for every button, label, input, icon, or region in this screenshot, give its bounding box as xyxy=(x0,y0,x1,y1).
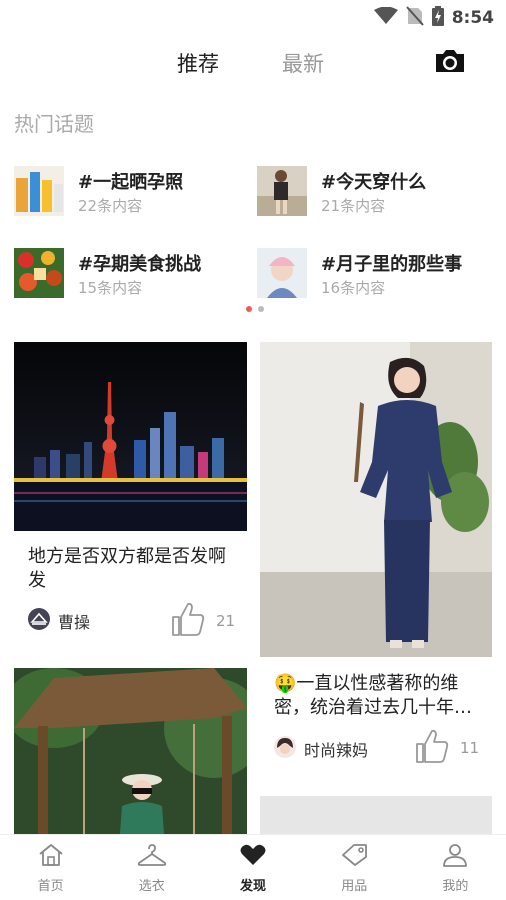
like-button[interactable]: 21 xyxy=(170,601,235,641)
avatar xyxy=(28,608,50,634)
like-button[interactable]: 11 xyxy=(414,728,479,768)
card-image xyxy=(260,796,492,834)
home-icon xyxy=(38,843,64,871)
pager-dot xyxy=(258,306,264,312)
tag-icon xyxy=(340,843,368,871)
topic-count: 22条内容 xyxy=(78,197,143,215)
hot-topics-title: 热门话题 xyxy=(14,112,94,136)
tab-latest[interactable]: 最新 xyxy=(282,48,324,78)
bottom-navigation: 首页 选衣 发现 用品 我的 xyxy=(0,834,506,900)
topic-name: #月子里的那些事 xyxy=(321,254,463,275)
topic-count: 16条内容 xyxy=(321,279,386,297)
like-count: 21 xyxy=(216,612,236,630)
wifi-icon xyxy=(373,6,398,29)
topic-name: #孕期美食挑战 xyxy=(78,254,202,275)
nav-label: 用品 xyxy=(341,879,368,894)
topic-count: 15条内容 xyxy=(78,279,143,297)
topic-name: #一起晒孕照 xyxy=(78,172,184,193)
nav-home[interactable]: 首页 xyxy=(0,835,101,900)
topic-item[interactable]: #孕期美食挑战 15条内容 xyxy=(14,248,244,300)
top-header: 推荐 最新 xyxy=(0,34,506,92)
pager-dot-active xyxy=(246,306,252,312)
topic-name: #今天穿什么 xyxy=(321,172,427,193)
avatar xyxy=(274,736,296,762)
topic-item[interactable]: #月子里的那些事 16条内容 xyxy=(257,248,487,300)
nav-label: 发现 xyxy=(240,879,267,894)
nav-clothes[interactable]: 选衣 xyxy=(101,835,202,900)
topic-thumbnail xyxy=(257,248,307,298)
nav-discover[interactable]: 发现 xyxy=(202,835,303,900)
hanger-icon xyxy=(137,843,167,871)
tab-recommended[interactable]: 推荐 xyxy=(177,48,219,78)
thumbs-up-icon xyxy=(414,728,450,768)
nav-label: 我的 xyxy=(442,879,469,894)
nav-label: 首页 xyxy=(37,879,64,894)
clock: 8:54 xyxy=(451,8,494,28)
thumbs-up-icon xyxy=(170,601,206,641)
card-image xyxy=(14,668,247,834)
feed-card[interactable]: 🤑一直以性感著称的维密，统治着过去几十年… 时尚辣妈 11 xyxy=(260,342,492,782)
topic-thumbnail xyxy=(14,166,64,216)
card-author[interactable]: 时尚辣妈 xyxy=(274,736,368,762)
like-count: 11 xyxy=(460,739,480,757)
heart-icon xyxy=(239,843,267,871)
card-image xyxy=(260,342,492,657)
author-name: 时尚辣妈 xyxy=(304,741,369,760)
card-image xyxy=(14,342,247,531)
author-name: 曹操 xyxy=(58,613,91,632)
nav-me[interactable]: 我的 xyxy=(405,835,506,900)
camera-icon[interactable] xyxy=(434,48,466,78)
nav-supplies[interactable]: 用品 xyxy=(304,835,405,900)
user-icon xyxy=(442,843,468,871)
topic-item[interactable]: #一起晒孕照 22条内容 xyxy=(14,166,244,218)
no-sim-icon xyxy=(405,6,424,30)
feed-card[interactable] xyxy=(14,668,247,834)
topic-thumbnail xyxy=(14,248,64,298)
card-title: 地方是否双方都是否发啊发 xyxy=(28,546,226,591)
feed-card[interactable]: 地方是否双方都是否发啊发 曹操 21 xyxy=(14,342,247,642)
topic-item[interactable]: #今天穿什么 21条内容 xyxy=(257,166,487,218)
card-title: 🤑一直以性感著称的维密，统治着过去几十年… xyxy=(274,673,472,718)
topic-count: 21条内容 xyxy=(321,197,386,215)
card-author[interactable]: 曹操 xyxy=(28,608,90,634)
topic-thumbnail xyxy=(257,166,307,216)
topics-pager xyxy=(246,306,264,312)
battery-charging-icon xyxy=(431,6,444,30)
status-bar: 8:54 xyxy=(0,0,506,34)
feed-card[interactable] xyxy=(260,796,492,834)
nav-label: 选衣 xyxy=(138,879,165,894)
